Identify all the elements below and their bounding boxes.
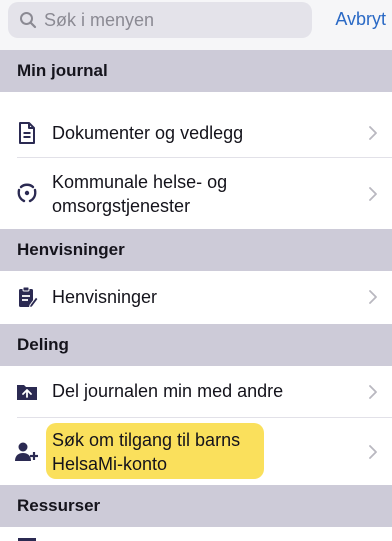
menu-item-label-line2: omsorgstjenester xyxy=(52,196,191,216)
menu-item-label: Del journalen min med andre xyxy=(52,381,284,401)
section-header-min-journal: Min journal xyxy=(0,50,392,92)
chevron-right-icon xyxy=(368,186,378,202)
search-icon xyxy=(18,10,38,30)
section-title: Deling xyxy=(17,335,69,354)
chevron-right-icon xyxy=(368,125,378,141)
search-box[interactable] xyxy=(8,2,312,38)
menu-item-dokumenter-og-vedlegg[interactable]: Dokumenter og vedlegg xyxy=(0,108,392,158)
menu-item-label: Henvisninger xyxy=(52,287,158,307)
menu-item-label-line2: HelsaMi-konto xyxy=(52,454,168,474)
clipboard-icon xyxy=(14,284,40,310)
document-icon xyxy=(14,120,40,146)
section-spacer xyxy=(0,92,392,108)
menu-item-label-line1: Kommunale helse- og xyxy=(52,172,228,192)
section-header-henvisninger: Henvisninger xyxy=(0,229,392,271)
add-person-icon xyxy=(14,439,40,465)
section-header-deling: Deling xyxy=(0,324,392,366)
menu-item-label-line1: Søk om tilgang til barns xyxy=(52,430,241,450)
menu-item-label: Kommunale helse- og omsorgstjenester xyxy=(52,170,227,218)
menu-item-sok-om-tilgang[interactable]: Søk om tilgang til barns HelsaMi-konto xyxy=(0,418,392,485)
section-title: Henvisninger xyxy=(17,240,125,259)
menu-item-label: Dokumenter og vedlegg xyxy=(52,123,244,143)
heart-hands-icon xyxy=(14,180,40,206)
menu-item-partial[interactable] xyxy=(0,527,392,541)
top-bar: Avbryt xyxy=(0,0,392,50)
menu-item-kommunale-helse-og-omsorgstjenester[interactable]: Kommunale helse- og omsorgstjenester xyxy=(0,158,392,229)
section-title: Ressurser xyxy=(17,496,101,515)
section-title: Min journal xyxy=(17,61,108,80)
search-input[interactable] xyxy=(38,5,304,35)
menu-item-del-journalen[interactable]: Del journalen min med andre xyxy=(0,366,392,418)
chevron-right-icon xyxy=(368,289,378,305)
section-header-ressurser: Ressurser xyxy=(0,485,392,527)
chevron-right-icon xyxy=(368,444,378,460)
chevron-right-icon xyxy=(368,384,378,400)
folder-share-icon xyxy=(14,379,40,405)
menu-item-henvisninger[interactable]: Henvisninger xyxy=(0,271,392,324)
menu-item-label: Søk om tilgang til barns HelsaMi-konto xyxy=(52,428,240,476)
cancel-button[interactable]: Avbryt xyxy=(335,9,386,30)
